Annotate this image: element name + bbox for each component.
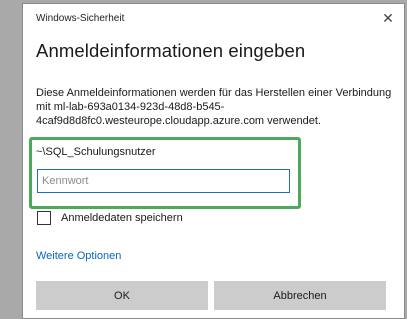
screen-background: Windows-Sicherheit ✕ Anmeldeinformatione… xyxy=(0,0,407,319)
close-icon[interactable]: ✕ xyxy=(380,10,396,26)
password-input[interactable] xyxy=(37,169,290,193)
cancel-button[interactable]: Abbrechen xyxy=(214,281,386,310)
more-options-link[interactable]: Weitere Optionen xyxy=(36,250,121,262)
window-title: Windows-Sicherheit xyxy=(36,13,125,24)
dialog-heading: Anmeldeinformationen eingeben xyxy=(36,40,306,61)
dialog-description: Diese Anmeldeinformationen werden für da… xyxy=(36,87,392,127)
remember-label: Anmeldedaten speichern xyxy=(61,212,183,224)
username-label: ~\SQL_Schulungsnutzer xyxy=(36,146,156,158)
credentials-dialog: Windows-Sicherheit ✕ Anmeldeinformatione… xyxy=(22,3,405,319)
remember-checkbox[interactable] xyxy=(37,211,51,225)
ok-button[interactable]: OK xyxy=(36,281,208,310)
remember-credentials-row[interactable]: Anmeldedaten speichern xyxy=(37,210,183,226)
